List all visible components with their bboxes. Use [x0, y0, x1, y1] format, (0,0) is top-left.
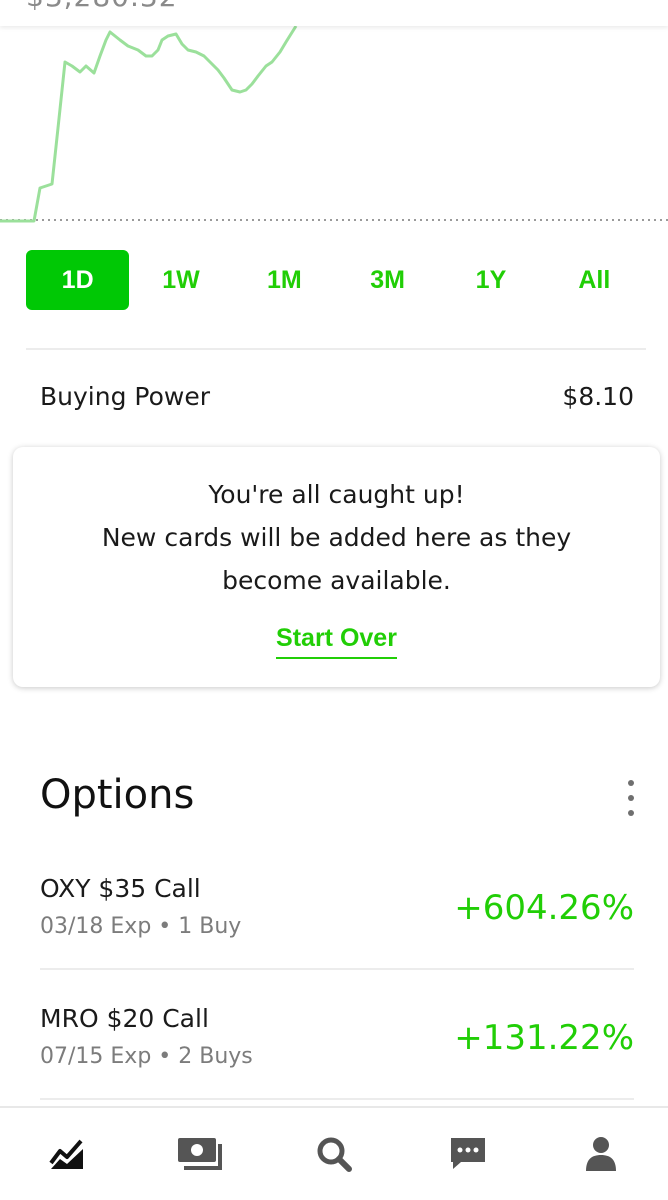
- option-position-row[interactable]: OXY $35 Call 03/18 Exp • 1 Buy +604.26%: [40, 868, 634, 998]
- more-options-icon[interactable]: [620, 780, 642, 816]
- portfolio-value: $3,280.32: [26, 0, 178, 13]
- nav-account-button[interactable]: [561, 1114, 641, 1194]
- option-percent-change: +131.22%: [454, 1018, 634, 1058]
- caught-up-card: You're all caught up! New cards will be …: [13, 447, 660, 687]
- row-divider: [40, 968, 634, 970]
- card-message-line2: New cards will be added here as they: [101, 523, 572, 552]
- robinhood-home-screen: $3,280.32 1D 1W 1M 3M 1Y All Buying Powe…: [0, 0, 668, 1200]
- messages-icon: [450, 1138, 485, 1169]
- option-details: 03/18 Exp • 1 Buy: [40, 914, 242, 939]
- option-name: MRO $20 Call: [40, 1004, 209, 1033]
- nav-search-button[interactable]: [294, 1114, 374, 1194]
- nav-cash-button[interactable]: [160, 1114, 240, 1194]
- chart-icon: [49, 1139, 83, 1169]
- bottom-navigation: [0, 1106, 668, 1200]
- option-percent-change: +604.26%: [454, 888, 634, 928]
- range-all-button[interactable]: All: [543, 250, 646, 310]
- range-1m-button[interactable]: 1M: [233, 250, 336, 310]
- buying-power-label: Buying Power: [40, 381, 210, 411]
- range-1w-button[interactable]: 1W: [129, 250, 232, 310]
- divider: [26, 348, 646, 350]
- option-name: OXY $35 Call: [40, 874, 201, 903]
- card-message-line3: become available.: [222, 566, 451, 595]
- cash-icon: [178, 1138, 223, 1170]
- portfolio-chart-svg: [0, 25, 668, 223]
- range-1y-button[interactable]: 1Y: [439, 250, 542, 310]
- chart-price-line: [0, 25, 298, 223]
- nav-messages-button[interactable]: [428, 1114, 508, 1194]
- options-section-title: Options: [40, 772, 195, 818]
- option-details: 07/15 Exp • 2 Buys: [40, 1044, 253, 1069]
- range-3m-button[interactable]: 3M: [336, 250, 439, 310]
- start-over-button[interactable]: Start Over: [276, 624, 397, 659]
- sticky-header: $3,280.32: [0, 0, 668, 26]
- time-range-selector: 1D 1W 1M 3M 1Y All: [26, 250, 646, 310]
- portfolio-chart[interactable]: [0, 0, 668, 240]
- buying-power-value: $8.10: [562, 381, 634, 411]
- search-icon: [317, 1137, 352, 1172]
- nav-home-button[interactable]: [27, 1114, 107, 1194]
- buying-power-row[interactable]: Buying Power $8.10: [40, 378, 634, 414]
- account-icon: [586, 1137, 617, 1171]
- range-1d-button[interactable]: 1D: [26, 250, 130, 310]
- row-divider: [40, 1098, 634, 1100]
- card-message-line1: You're all caught up!: [208, 480, 465, 509]
